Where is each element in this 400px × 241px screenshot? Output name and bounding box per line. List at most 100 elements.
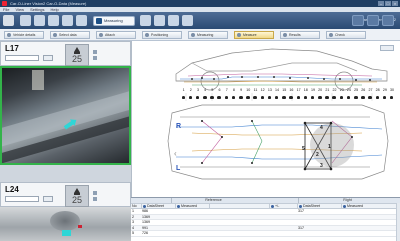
- point-number[interactable]: 7: [223, 88, 230, 92]
- point-number[interactable]: 12: [259, 88, 266, 92]
- point-number[interactable]: 2: [187, 88, 194, 92]
- app-icon: [2, 1, 7, 6]
- point-photo-l17[interactable]: [0, 66, 131, 165]
- point-number[interactable]: 6: [216, 88, 223, 92]
- toolbar-button-2[interactable]: [34, 15, 45, 26]
- car-top-view: [167, 104, 389, 180]
- option-toggle-2[interactable]: [93, 56, 97, 60]
- vehicle-diagram[interactable]: [132, 41, 400, 197]
- tab-measuring[interactable]: Measuring: [93, 16, 135, 26]
- step-2[interactable]: Select data: [50, 31, 90, 39]
- measuring-pin-icon: [266, 95, 273, 99]
- cross-label-5: 5: [302, 146, 305, 152]
- step-5[interactable]: Measuring: [188, 31, 228, 39]
- step-label: Measuring: [197, 33, 214, 37]
- scroll-left-arrow-icon[interactable]: ‹: [174, 149, 177, 158]
- point-number[interactable]: 24: [345, 88, 352, 92]
- toolbar-button-7[interactable]: [154, 15, 165, 26]
- point-photo-l24[interactable]: [0, 207, 131, 241]
- point-number[interactable]: 5: [209, 88, 216, 92]
- toolbar-button-8[interactable]: [168, 15, 179, 26]
- measuring-pin-icon: [388, 95, 395, 99]
- point-id: L24: [5, 185, 19, 194]
- point-number[interactable]: 26: [360, 88, 367, 92]
- toolbar-button-9[interactable]: [182, 15, 193, 26]
- point-number[interactable]: 29: [381, 88, 388, 92]
- step-7[interactable]: Check: [326, 31, 366, 39]
- table-scrollbar[interactable]: [396, 203, 400, 241]
- measuring-pin-icon: [324, 95, 331, 99]
- point-number[interactable]: 8: [230, 88, 237, 92]
- datasheet-icon: [299, 204, 302, 208]
- step-icon: [7, 33, 11, 37]
- point-number[interactable]: 10: [245, 88, 252, 92]
- toolbar-button-4[interactable]: [62, 15, 73, 26]
- measuring-pin-icon: [353, 95, 360, 99]
- step-icon: [191, 33, 195, 37]
- measuring-pin-icon: [367, 95, 374, 99]
- point-id: L17: [5, 44, 19, 53]
- extension-count: 25: [71, 54, 82, 64]
- measuring-pin-icon: [381, 95, 388, 99]
- point-number[interactable]: 3: [194, 88, 201, 92]
- cell-datasheet: 1369: [142, 214, 150, 219]
- cell-no: 1: [132, 209, 134, 213]
- toolbar-button-1[interactable]: [20, 15, 31, 26]
- measurement-table: Reference Right No DataSheet Measured +/…: [131, 197, 400, 241]
- point-number[interactable]: 20: [317, 88, 324, 92]
- extension-badge: 25: [65, 185, 89, 207]
- side-left-label: L: [176, 165, 181, 172]
- point-number[interactable]: 1: [180, 88, 187, 92]
- point-marker-icon: [62, 230, 71, 236]
- point-number[interactable]: 30: [388, 88, 395, 92]
- cell-no: 4: [132, 225, 134, 230]
- step-1[interactable]: Vehicle details: [4, 31, 44, 39]
- step-icon: [237, 33, 241, 37]
- close-button[interactable]: ×: [392, 1, 398, 6]
- adapter-select[interactable]: [5, 196, 39, 202]
- step-measure-active[interactable]: Measure: [234, 31, 274, 39]
- toolbar-button-3[interactable]: [48, 15, 59, 26]
- measuring-pin-icon: [338, 95, 345, 99]
- options-button[interactable]: [352, 15, 364, 26]
- point-number[interactable]: 21: [324, 88, 331, 92]
- toolbar-button-5[interactable]: [76, 15, 87, 26]
- photo-panel: L17 25 L24 25: [0, 41, 131, 241]
- exit-button[interactable]: [382, 15, 394, 26]
- measuring-pin-icon: [317, 95, 324, 99]
- adapter-toggle[interactable]: [43, 196, 53, 202]
- point-number[interactable]: 4: [202, 88, 209, 92]
- cell-datasheet: 1369: [142, 220, 150, 225]
- point-number[interactable]: 15: [281, 88, 288, 92]
- table-row[interactable]: 5 726: [131, 231, 400, 237]
- option-toggle-1[interactable]: [93, 191, 97, 195]
- point-number[interactable]: 16: [288, 88, 295, 92]
- help-button[interactable]: [367, 15, 379, 26]
- point-number[interactable]: 17: [295, 88, 302, 92]
- option-toggle-2[interactable]: [93, 197, 97, 201]
- adapter-select[interactable]: [5, 55, 39, 61]
- point-number[interactable]: 18: [302, 88, 309, 92]
- point-number[interactable]: 13: [266, 88, 273, 92]
- point-number[interactable]: 27: [367, 88, 374, 92]
- measuring-pin-icon: [360, 95, 367, 99]
- toolbar-button-6[interactable]: [140, 15, 151, 26]
- point-number[interactable]: 23: [338, 88, 345, 92]
- measuring-pin-icon: [259, 95, 266, 99]
- step-4[interactable]: Positioning: [142, 31, 182, 39]
- point-number[interactable]: 25: [353, 88, 360, 92]
- step-6[interactable]: Results: [280, 31, 320, 39]
- point-number[interactable]: 19: [309, 88, 316, 92]
- home-button[interactable]: [3, 15, 14, 26]
- point-number[interactable]: 22: [331, 88, 338, 92]
- step-3[interactable]: Attach: [96, 31, 136, 39]
- option-toggle-1[interactable]: [93, 50, 97, 54]
- measuring-pin-icon: [209, 95, 216, 99]
- minimize-button[interactable]: –: [378, 1, 384, 6]
- point-number[interactable]: 14: [273, 88, 280, 92]
- point-number[interactable]: 11: [252, 88, 259, 92]
- point-number[interactable]: 28: [374, 88, 381, 92]
- adapter-toggle[interactable]: [43, 55, 53, 61]
- point-number[interactable]: 9: [238, 88, 245, 92]
- maximize-button[interactable]: □: [385, 1, 391, 6]
